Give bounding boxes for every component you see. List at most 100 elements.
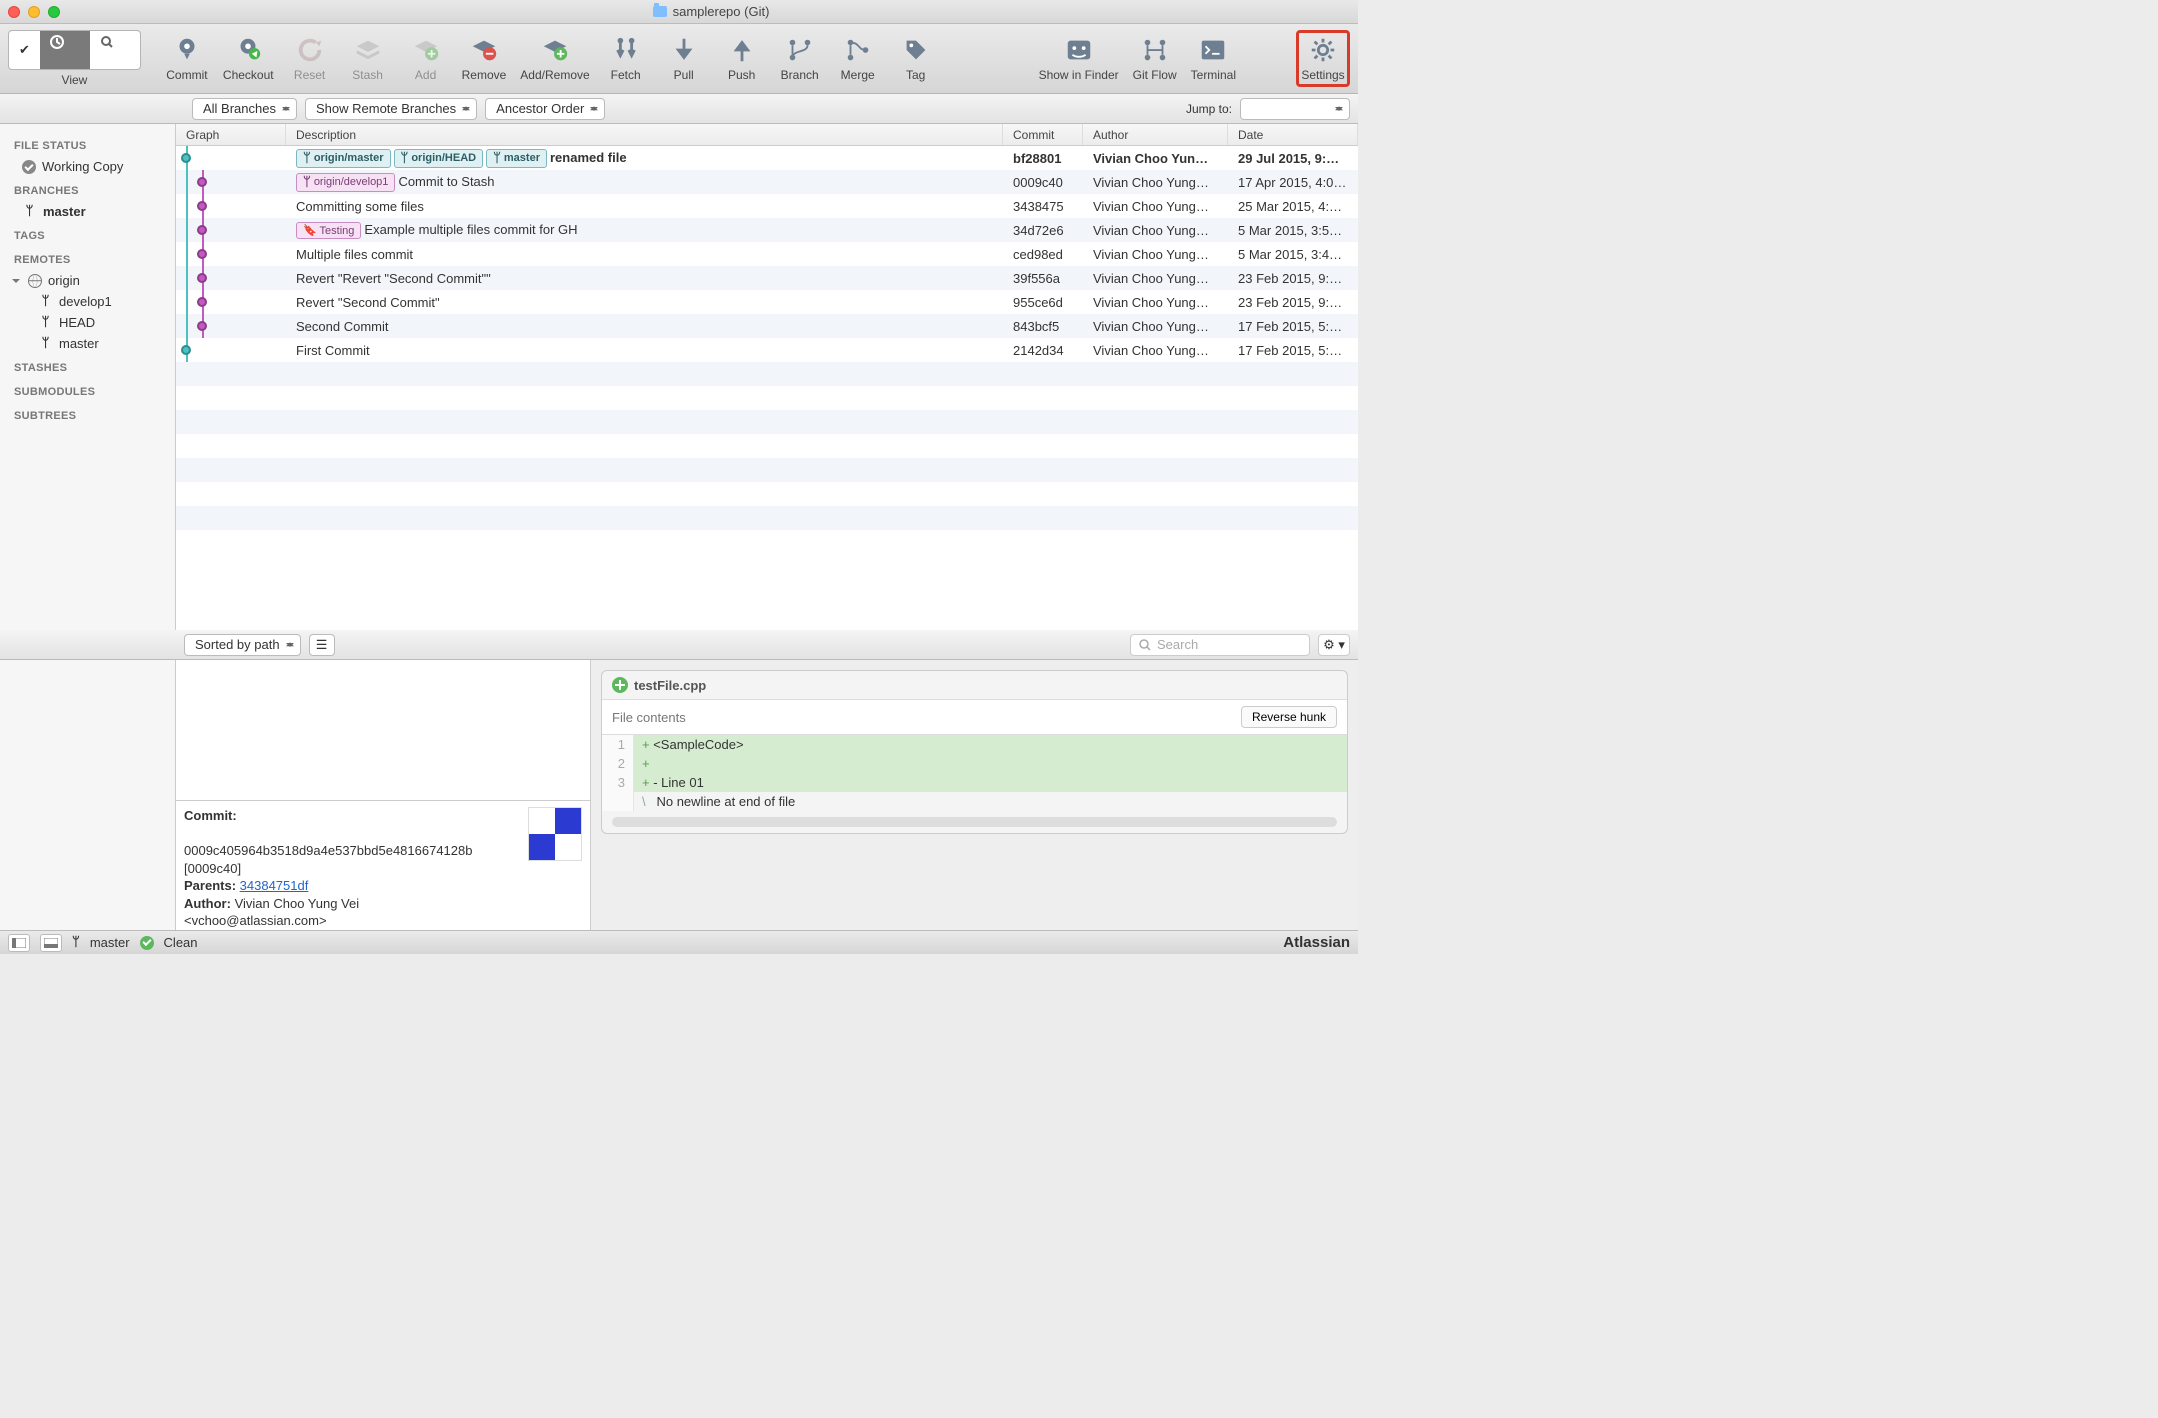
gitflow-button[interactable]: Git Flow bbox=[1133, 35, 1177, 82]
checkout-button[interactable]: Checkout bbox=[223, 35, 274, 82]
commit-row[interactable]: Revert "Second Commit"955ce6dVivian Choo… bbox=[176, 290, 1358, 314]
reset-button[interactable]: Reset bbox=[288, 35, 332, 82]
statusbar: ᛘ master Clean Atlassian bbox=[0, 930, 1358, 954]
jump-combo[interactable] bbox=[1240, 98, 1350, 120]
globe-icon bbox=[28, 274, 42, 288]
layout-toggle-bottom[interactable] bbox=[40, 934, 62, 952]
commit-info-panel: Commit: 0009c405964b3518d9a4e537bbd5e481… bbox=[176, 800, 590, 930]
ref-badge[interactable]: ᛘ origin/master bbox=[296, 149, 391, 168]
commit-row[interactable]: Committing some files3438475Vivian Choo … bbox=[176, 194, 1358, 218]
commit-row[interactable]: Second Commit843bcf5Vivian Choo Yung…17 … bbox=[176, 314, 1358, 338]
view-segmented: ✔ View bbox=[8, 30, 141, 87]
parent-link[interactable]: 34384751df bbox=[240, 878, 309, 893]
tag-button[interactable]: Tag bbox=[894, 35, 938, 82]
addremove-button[interactable]: Add/Remove bbox=[520, 35, 589, 82]
sidebar: FILE STATUS Working Copy BRANCHES ᛘmaste… bbox=[0, 124, 176, 630]
terminal-button[interactable]: Terminal bbox=[1191, 35, 1236, 82]
sidebar-working-copy[interactable]: Working Copy bbox=[4, 156, 171, 177]
detail-sidebar-spacer bbox=[0, 660, 176, 930]
col-description[interactable]: Description bbox=[286, 124, 1003, 145]
diff-file-header[interactable]: testFile.cpp bbox=[602, 671, 1347, 699]
ref-badge[interactable]: ᛘ master bbox=[486, 149, 547, 168]
author-avatar bbox=[528, 807, 582, 861]
settings-button[interactable]: Settings bbox=[1301, 35, 1345, 82]
filter-bar: All Branches Show Remote Branches Ancest… bbox=[0, 94, 1358, 124]
view-log[interactable] bbox=[40, 31, 90, 69]
clean-status-icon bbox=[140, 936, 154, 950]
added-file-icon bbox=[612, 677, 628, 693]
author-email: <vchoo@atlassian.com> bbox=[184, 913, 327, 928]
toolbar: ✔ View Commit Checkout Reset Stash Add R… bbox=[0, 24, 1358, 94]
sidebar-remote-master[interactable]: ᛘmaster bbox=[4, 333, 171, 354]
branch-icon: ᛘ bbox=[38, 315, 53, 330]
push-button[interactable]: Push bbox=[720, 35, 764, 82]
order-combo[interactable]: Ancestor Order bbox=[485, 98, 605, 120]
commit-row[interactable]: Revert "Revert "Second Commit""39f556aVi… bbox=[176, 266, 1358, 290]
fetch-button[interactable]: Fetch bbox=[604, 35, 648, 82]
remote-filter-combo[interactable]: Show Remote Branches bbox=[305, 98, 477, 120]
sidebar-remote-head[interactable]: ᛘHEAD bbox=[4, 312, 171, 333]
commit-row[interactable]: 🔖 TestingExample multiple files commit f… bbox=[176, 218, 1358, 242]
commit-list-header: Graph Description Commit Author Date bbox=[176, 124, 1358, 146]
checkmark-circle-icon bbox=[22, 160, 36, 174]
commit-list-body: ᛘ origin/masterᛘ origin/HEADᛘ masterrena… bbox=[176, 146, 1358, 630]
jump-label: Jump to: bbox=[1186, 102, 1232, 116]
add-button[interactable]: Add bbox=[404, 35, 448, 82]
commit-row[interactable]: ᛘ origin/masterᛘ origin/HEADᛘ masterrena… bbox=[176, 146, 1358, 170]
file-list-area[interactable] bbox=[176, 660, 590, 800]
file-contents-label: File contents bbox=[612, 710, 686, 725]
sidebar-subtrees-header: SUBTREES bbox=[4, 402, 171, 426]
sidebar-remotes-header: REMOTES bbox=[4, 246, 171, 270]
close-window-button[interactable] bbox=[8, 6, 20, 18]
detail-search[interactable]: Search bbox=[1130, 634, 1310, 656]
diff-file-name: testFile.cpp bbox=[634, 678, 706, 693]
branch-icon: ᛘ bbox=[72, 935, 80, 950]
view-commit-check[interactable]: ✔ bbox=[9, 31, 40, 69]
sidebar-branch-master[interactable]: ᛘmaster bbox=[4, 201, 171, 222]
stash-button[interactable]: Stash bbox=[346, 35, 390, 82]
diff-panel: testFile.cpp File contents Reverse hunk … bbox=[591, 660, 1358, 930]
status-branch[interactable]: master bbox=[90, 935, 130, 950]
author-label: Author: bbox=[184, 896, 231, 911]
col-graph[interactable]: Graph bbox=[176, 124, 286, 145]
diff-lines: 1+ <SampleCode>2+ 3+ - Line 01\ No newli… bbox=[602, 735, 1347, 811]
titlebar: samplerepo (Git) bbox=[0, 0, 1358, 24]
commit-row[interactable]: First Commit2142d34Vivian Choo Yung…17 F… bbox=[176, 338, 1358, 362]
minimize-window-button[interactable] bbox=[28, 6, 40, 18]
commit-row[interactable]: Multiple files commitced98edVivian Choo … bbox=[176, 242, 1358, 266]
zoom-window-button[interactable] bbox=[48, 6, 60, 18]
sidebar-branches-header: BRANCHES bbox=[4, 177, 171, 201]
commit-row[interactable]: ᛘ origin/develop1Commit to Stash0009c40V… bbox=[176, 170, 1358, 194]
ref-badge[interactable]: ᛘ origin/HEAD bbox=[394, 149, 484, 168]
settings-highlight: Settings bbox=[1296, 30, 1350, 87]
commit-detail-left: Commit: 0009c405964b3518d9a4e537bbd5e481… bbox=[176, 660, 591, 930]
col-commit[interactable]: Commit bbox=[1003, 124, 1083, 145]
sidebar-file-status-header: FILE STATUS bbox=[4, 132, 171, 156]
layout-toggle-left[interactable] bbox=[8, 934, 30, 952]
pull-button[interactable]: Pull bbox=[662, 35, 706, 82]
col-author[interactable]: Author bbox=[1083, 124, 1228, 145]
col-date[interactable]: Date bbox=[1228, 124, 1358, 145]
sidebar-remote-origin[interactable]: origin bbox=[4, 270, 171, 291]
view-search[interactable] bbox=[90, 31, 140, 69]
ref-badge[interactable]: ᛘ origin/develop1 bbox=[296, 173, 395, 192]
brand-label: Atlassian bbox=[1283, 934, 1350, 951]
remove-button[interactable]: Remove bbox=[462, 35, 507, 82]
horizontal-scrollbar[interactable] bbox=[612, 817, 1337, 827]
author-name: Vivian Choo Yung Vei bbox=[235, 896, 360, 911]
merge-button[interactable]: Merge bbox=[836, 35, 880, 82]
ref-badge[interactable]: 🔖 Testing bbox=[296, 222, 361, 239]
sidebar-remote-develop1[interactable]: ᛘdevelop1 bbox=[4, 291, 171, 312]
reverse-hunk-button[interactable]: Reverse hunk bbox=[1241, 706, 1337, 728]
detail-options-button[interactable]: ⚙ ▾ bbox=[1318, 634, 1350, 656]
commit-button[interactable]: Commit bbox=[165, 35, 209, 82]
list-mode-button[interactable]: ☰ bbox=[309, 634, 335, 656]
branch-icon: ᛘ bbox=[38, 294, 53, 309]
folder-icon bbox=[653, 6, 667, 17]
disclosure-triangle-icon[interactable] bbox=[12, 279, 20, 287]
title-text: samplerepo (Git) bbox=[673, 4, 770, 19]
branch-filter-combo[interactable]: All Branches bbox=[192, 98, 297, 120]
sort-combo[interactable]: Sorted by path bbox=[184, 634, 301, 656]
branch-button[interactable]: Branch bbox=[778, 35, 822, 82]
show-in-finder-button[interactable]: Show in Finder bbox=[1039, 35, 1119, 82]
